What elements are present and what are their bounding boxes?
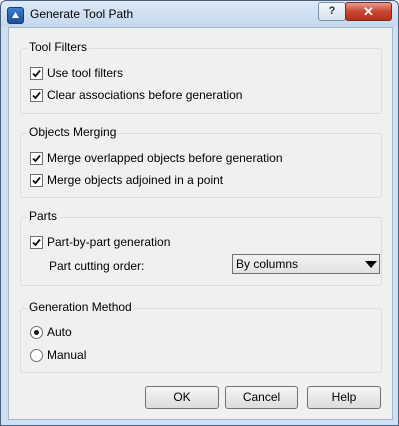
close-button[interactable]: ✕ bbox=[345, 2, 392, 21]
dialog-title: Generate Tool Path bbox=[30, 7, 134, 21]
tool-filters-group: Tool Filters Use tool filters Clear asso… bbox=[20, 40, 382, 114]
checkbox-box[interactable] bbox=[30, 174, 43, 187]
cancel-button[interactable]: Cancel bbox=[225, 386, 298, 409]
help-label: Help bbox=[331, 390, 357, 404]
generation-method-group: Generation Method Auto Manual bbox=[20, 300, 382, 373]
part-by-part-label: Part-by-part generation bbox=[47, 235, 171, 249]
help-button[interactable]: Help bbox=[307, 386, 381, 409]
parts-legend: Parts bbox=[27, 209, 60, 223]
objects-merging-group: Objects Merging Merge overlapped objects… bbox=[20, 125, 382, 198]
title-bar[interactable]: Generate Tool Path ? ✕ bbox=[1, 1, 398, 27]
checkmark-icon bbox=[32, 91, 41, 100]
title-help-button[interactable]: ? bbox=[318, 2, 346, 21]
cutting-order-select[interactable]: By columns bbox=[232, 254, 380, 274]
manual-label: Manual bbox=[47, 348, 87, 362]
parts-group: Parts Part-by-part generation Part cutti… bbox=[20, 209, 382, 286]
checkbox-box[interactable] bbox=[30, 236, 43, 249]
app-logo-icon bbox=[7, 7, 24, 24]
checkbox-box[interactable] bbox=[30, 67, 43, 80]
checkbox-box[interactable] bbox=[30, 89, 43, 102]
checkbox-box[interactable] bbox=[30, 152, 43, 165]
checkmark-icon bbox=[32, 154, 41, 163]
tool-filters-legend: Tool Filters bbox=[27, 40, 90, 54]
cutting-order-value: By columns bbox=[236, 257, 299, 271]
radio-selected-dot bbox=[34, 330, 39, 335]
checkmark-icon bbox=[32, 69, 41, 78]
cancel-label: Cancel bbox=[242, 390, 281, 404]
checkmark-icon bbox=[32, 238, 41, 247]
objects-merging-legend: Objects Merging bbox=[27, 125, 119, 139]
dialog-body: Tool Filters Use tool filters Clear asso… bbox=[8, 27, 393, 420]
dropdown-button[interactable] bbox=[361, 255, 379, 273]
generation-method-legend: Generation Method bbox=[27, 300, 134, 314]
radio-circle[interactable] bbox=[30, 349, 43, 362]
ok-button[interactable]: OK bbox=[145, 386, 219, 409]
radio-circle[interactable] bbox=[30, 326, 43, 339]
merge-overlapped-label: Merge overlapped objects before generati… bbox=[47, 151, 283, 165]
checkmark-icon bbox=[32, 176, 41, 185]
clear-associations-label: Clear associations before generation bbox=[47, 88, 243, 102]
ok-label: OK bbox=[173, 390, 191, 404]
merge-adjoined-label: Merge objects adjoined in a point bbox=[47, 173, 224, 187]
dialog-window: Generate Tool Path ? ✕ Tool Filters Use … bbox=[0, 0, 399, 426]
use-tool-filters-label: Use tool filters bbox=[47, 66, 124, 80]
auto-label: Auto bbox=[47, 325, 72, 339]
chevron-down-icon bbox=[365, 261, 377, 268]
cutting-order-label: Part cutting order: bbox=[49, 259, 145, 273]
